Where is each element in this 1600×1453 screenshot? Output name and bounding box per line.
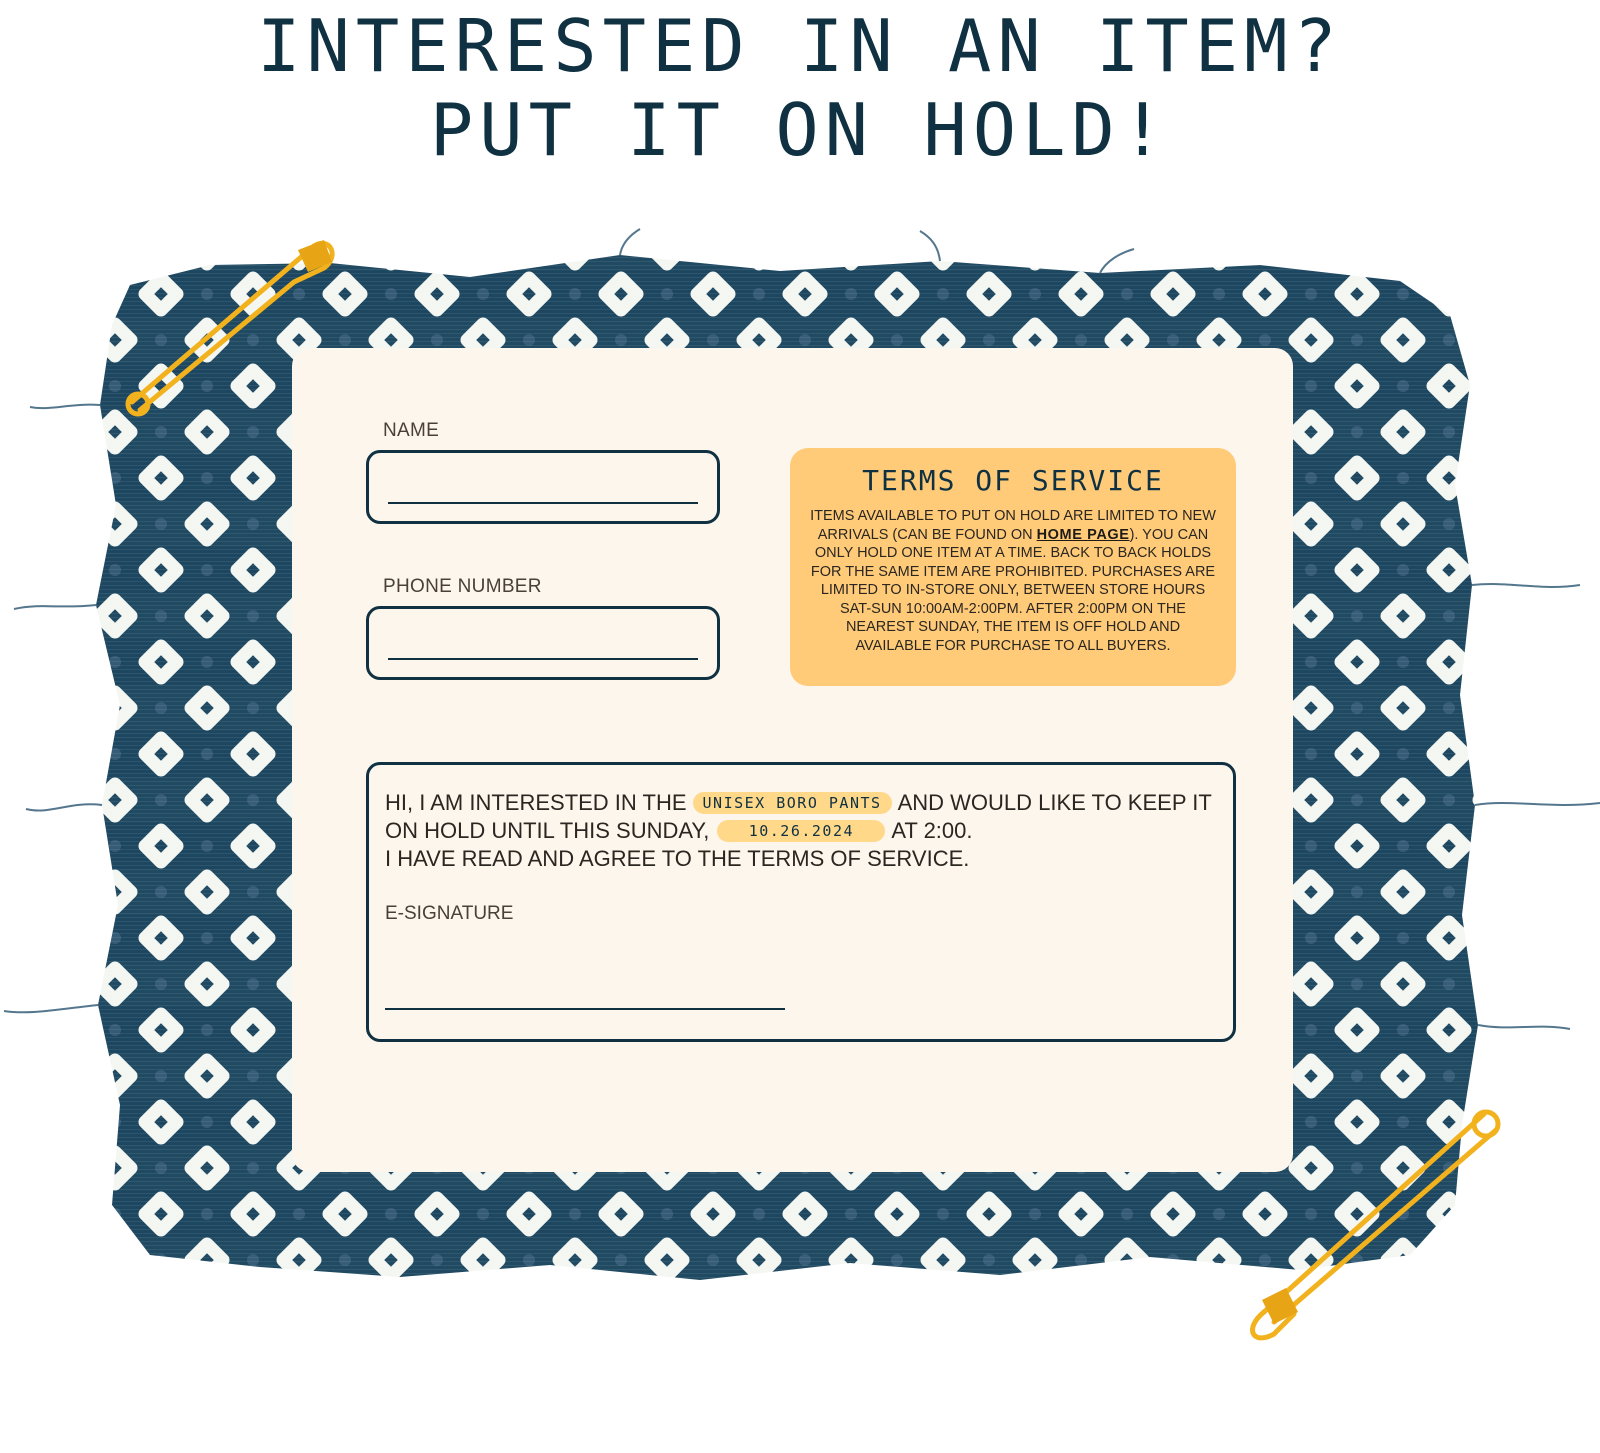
name-underline	[388, 502, 698, 504]
phone-label: PHONE NUMBER	[383, 576, 542, 597]
page-title-line-2: PUT IT ON HOLD!	[429, 88, 1171, 172]
item-name-pill[interactable]: UNISEX BORO PANTS	[692, 792, 892, 814]
agreement-text-4: I HAVE READ AND AGREE TO THE TERMS OF SE…	[385, 846, 970, 871]
terms-text-2: ). YOU CAN ONLY HOLD ONE ITEM AT A TIME.…	[810, 526, 1216, 654]
agreement-text-3: AT 2:00.	[891, 818, 973, 843]
home-page-link[interactable]: HOME PAGE	[1037, 527, 1130, 543]
hold-date-pill[interactable]: 10.26.2024	[717, 820, 886, 842]
agreement-box: HI, I AM INTERESTED IN THE UNISEX BORO PA…	[366, 762, 1236, 1042]
agreement-text-1: HI, I AM INTERESTED IN THE	[385, 790, 687, 815]
terms-body: ITEMS AVAILABLE TO PUT ON HOLD ARE LIMIT…	[810, 507, 1216, 655]
name-input[interactable]	[388, 467, 698, 503]
phone-field[interactable]	[366, 606, 720, 680]
signature-label: E-SIGNATURE	[385, 903, 514, 924]
agreement-text: HI, I AM INTERESTED IN THE UNISEX BORO PA…	[385, 789, 1217, 873]
page-title: INTERESTED IN AN ITEM? PUT IT ON HOLD!	[0, 4, 1600, 172]
signature-line[interactable]	[385, 1008, 785, 1010]
terms-title: TERMS OF SERVICE	[862, 464, 1164, 497]
name-field[interactable]	[366, 450, 720, 524]
terms-of-service-panel: TERMS OF SERVICE ITEMS AVAILABLE TO PUT …	[790, 448, 1236, 686]
name-label: NAME	[383, 420, 440, 441]
page-title-line-1: INTERESTED IN AN ITEM?	[257, 4, 1343, 88]
phone-input[interactable]	[388, 623, 698, 659]
phone-underline	[388, 658, 698, 660]
